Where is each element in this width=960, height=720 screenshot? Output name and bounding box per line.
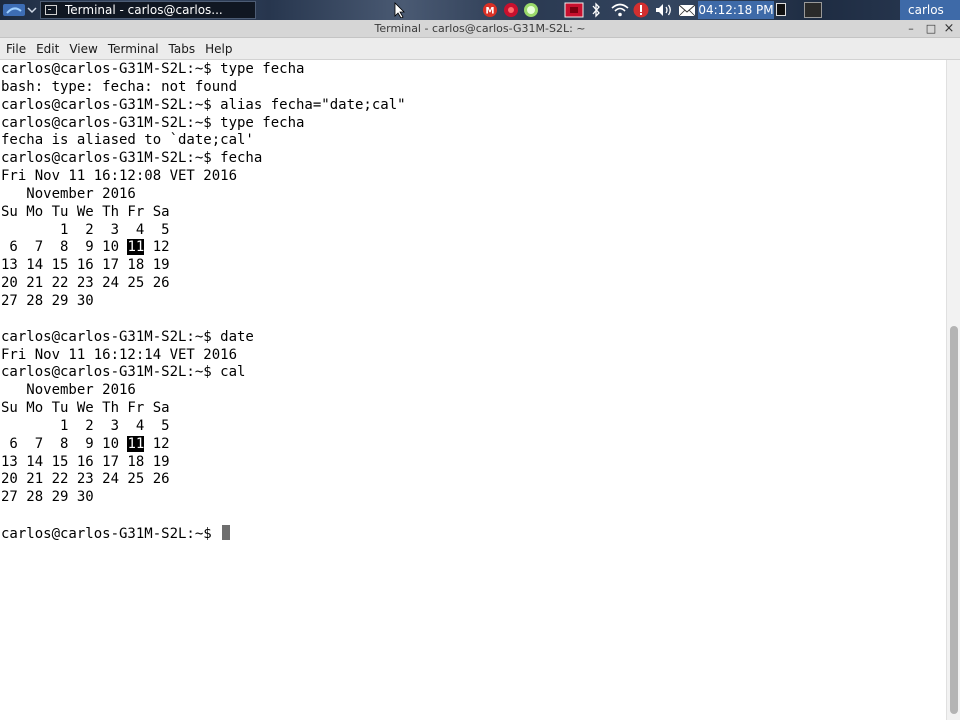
terminal-line: 13 14 15 16 17 18 19: [1, 453, 170, 470]
screen-record-icon[interactable]: [564, 2, 584, 18]
terminal-line: carlos@carlos-G31M-S2L:~$ alias fecha="d…: [1, 96, 406, 113]
text-cursor: [222, 524, 231, 540]
vertical-scrollbar[interactable]: [946, 60, 960, 720]
terminal-line: 13 14 15 16 17 18 19: [1, 257, 170, 274]
menu-tabs[interactable]: Tabs: [164, 38, 201, 60]
terminal-line: Su Mo Tu We Th Fr Sa: [1, 203, 170, 220]
terminal-line: Fri Nov 11 16:12:14 VET 2016: [1, 346, 238, 363]
menu-icon[interactable]: [2, 2, 38, 18]
terminal-line: carlos@carlos-G31M-S2L:~$ type fecha: [1, 61, 305, 77]
terminal-line: 27 28 29 30: [1, 292, 94, 309]
gmail-icon[interactable]: M: [482, 2, 498, 18]
terminal-line: carlos@carlos-G31M-S2L:~$ type fecha: [1, 114, 305, 131]
terminal-line: carlos@carlos-G31M-S2L:~$ date: [1, 328, 254, 345]
top-panel: Terminal - carlos@carlos... M 04:12:18 P…: [0, 0, 960, 20]
terminal-icon: [45, 5, 57, 15]
menu-help[interactable]: Help: [200, 38, 237, 60]
window-titlebar[interactable]: Terminal - carlos@carlos-G31M-S2L: ~ – □…: [0, 20, 960, 38]
terminal-line: 20 21 22 23 24 25 26: [1, 275, 170, 292]
chat-icon[interactable]: [522, 2, 540, 18]
close-icon[interactable]: ×: [942, 22, 956, 36]
window-title: Terminal - carlos@carlos-G31M-S2L: ~: [374, 22, 586, 35]
menu-terminal[interactable]: Terminal: [103, 38, 164, 60]
user-menu[interactable]: carlos: [900, 0, 960, 20]
clock[interactable]: 04:12:18 PM: [698, 1, 774, 19]
terminal-line: Su Mo Tu We Th Fr Sa: [1, 400, 170, 417]
svg-text:M: M: [486, 7, 495, 17]
maximize-icon[interactable]: □: [924, 22, 938, 36]
minimize-icon[interactable]: –: [904, 22, 918, 36]
terminal-line: Fri Nov 11 16:12:08 VET 2016: [1, 168, 238, 185]
bluetooth-icon[interactable]: [590, 2, 602, 18]
show-desktop-icon[interactable]: [776, 3, 786, 16]
terminal-output[interactable]: carlos@carlos-G31M-S2L:~$ type fecha bash…: [0, 60, 946, 720]
terminal-line: 20 21 22 23 24 25 26: [1, 471, 170, 488]
menu-bar: File Edit View Terminal Tabs Help: [0, 38, 960, 60]
menu-file[interactable]: File: [0, 38, 31, 60]
menu-view[interactable]: View: [64, 38, 102, 60]
terminal-text: carlos@carlos-G31M-S2L:~$ type fecha bash…: [1, 61, 406, 544]
terminal-line: 6 7 8 9 10 11 12: [1, 239, 170, 256]
terminal-line: November 2016: [1, 382, 136, 399]
terminal-line: carlos@carlos-G31M-S2L:~$: [1, 524, 406, 544]
volume-icon[interactable]: [654, 2, 674, 18]
current-day-highlight: 11: [127, 435, 145, 452]
terminal-line: November 2016: [1, 185, 136, 202]
record-icon[interactable]: [503, 2, 519, 18]
terminal-line: carlos@carlos-G31M-S2L:~$ cal: [1, 364, 246, 381]
terminal-line: 6 7 8 9 10 11 12: [1, 435, 170, 452]
terminal-line: fecha is aliased to `date;cal': [1, 132, 254, 149]
terminal-line: 1 2 3 4 5: [1, 417, 170, 434]
taskbar-task-label: Terminal - carlos@carlos...: [65, 3, 223, 17]
taskbar-task-terminal[interactable]: Terminal - carlos@carlos...: [40, 1, 256, 19]
terminal-line: 1 2 3 4 5: [1, 221, 170, 238]
terminal-line: 27 28 29 30: [1, 489, 94, 506]
alert-icon[interactable]: [632, 2, 650, 18]
scrollbar-thumb[interactable]: [950, 326, 958, 714]
terminal-line: carlos@carlos-G31M-S2L:~$ fecha: [1, 150, 263, 167]
terminal-launcher-icon[interactable]: [804, 2, 822, 18]
current-day-highlight: 11: [127, 239, 145, 256]
menu-edit[interactable]: Edit: [31, 38, 64, 60]
mail-icon[interactable]: [678, 2, 696, 18]
mouse-pointer-icon: [394, 2, 405, 18]
terminal-line: bash: type: fecha: not found: [1, 78, 238, 95]
wifi-icon[interactable]: [610, 2, 630, 18]
